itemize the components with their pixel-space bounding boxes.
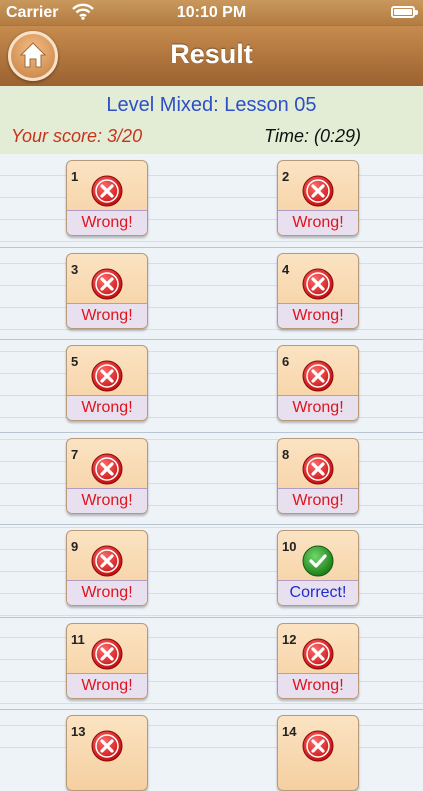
x-circle-icon [302, 638, 334, 670]
row-divider [0, 339, 423, 340]
question-number: 3 [71, 261, 79, 277]
question-number: 1 [71, 169, 79, 184]
question-number: 14 [282, 724, 297, 739]
question-number: 7 [71, 446, 79, 462]
x-circle-icon [302, 360, 334, 392]
lesson-title: Level Mixed: Lesson 05 [106, 94, 317, 116]
result-card-10[interactable]: 10 Correct! [277, 530, 359, 606]
x-circle-icon [91, 175, 123, 207]
card-face: 2 Wrong! [277, 160, 359, 236]
x-circle-icon [91, 638, 123, 670]
question-number: 11 [71, 631, 85, 647]
row-divider [0, 709, 423, 710]
status-bar: Carrier 10:10 PM [0, 0, 423, 26]
result-card-7[interactable]: 7 Wrong! [66, 437, 148, 514]
row-divider [0, 616, 423, 618]
result-card-12[interactable]: 12 Wrong! [277, 622, 359, 699]
result-card-14[interactable]: 14 [277, 715, 359, 791]
row-divider [0, 524, 423, 525]
summary-panel: Level Mixed: Lesson 05 Your score: 3/20 … [0, 86, 423, 154]
result-label: Wrong! [67, 395, 147, 420]
question-number: 10 [282, 539, 297, 554]
battery-icon [391, 6, 418, 18]
row-divider [0, 431, 423, 433]
result-card-5[interactable]: 5 Wrong! [66, 345, 148, 421]
result-card-11[interactable]: 11 Wrong! [66, 622, 148, 699]
result-label: Wrong! [67, 302, 147, 328]
card-face: 3 Wrong! [66, 252, 148, 329]
result-label: Wrong! [67, 580, 147, 605]
status-time: 10:10 PM [176, 4, 247, 21]
x-circle-icon [91, 730, 123, 762]
result-card-1[interactable]: 1 Wrong! [66, 160, 148, 236]
question-number: 13 [71, 724, 86, 739]
x-circle-icon [91, 360, 123, 392]
result-card-6[interactable]: 6 Wrong! [277, 345, 359, 421]
card-face: 13 [66, 715, 148, 791]
row-divider [0, 246, 423, 248]
x-circle-icon [91, 545, 123, 577]
question-number: 4 [282, 261, 290, 277]
question-number: 8 [282, 446, 290, 462]
result-label: Wrong! [278, 672, 358, 698]
x-circle-icon [91, 453, 123, 485]
card-face: 4 Wrong! [277, 252, 359, 329]
time-text: Time: (0:29) [264, 126, 361, 146]
check-circle-icon [302, 545, 334, 577]
result-label: Wrong! [278, 210, 358, 235]
card-face: 14 [277, 715, 359, 791]
result-card-8[interactable]: 8 Wrong! [277, 437, 359, 514]
card-face: 12 Wrong! [277, 622, 359, 699]
nav-bar: Result [0, 26, 423, 86]
result-label: Correct! [278, 580, 358, 605]
question-number: 12 [282, 631, 297, 647]
card-face: 5 Wrong! [66, 345, 148, 421]
result-label: Wrong! [278, 487, 358, 513]
card-face: 1 Wrong! [66, 160, 148, 236]
result-card-9[interactable]: 9 Wrong! [66, 530, 148, 606]
card-face: 10 Correct! [277, 530, 359, 606]
result-card-4[interactable]: 4 Wrong! [277, 252, 359, 329]
card-face: 9 Wrong! [66, 530, 148, 606]
result-label: Wrong! [278, 302, 358, 328]
card-face: 6 Wrong! [277, 345, 359, 421]
result-label: Wrong! [278, 395, 358, 420]
result-card-13[interactable]: 13 [66, 715, 148, 791]
question-number: 9 [71, 539, 79, 554]
card-face: 8 Wrong! [277, 437, 359, 514]
card-face: 7 Wrong! [66, 437, 148, 514]
result-label: Wrong! [67, 210, 147, 235]
x-circle-icon [302, 453, 334, 485]
question-number: 5 [71, 354, 79, 369]
x-circle-icon [302, 730, 334, 762]
result-label: Wrong! [67, 672, 147, 698]
question-number: 2 [282, 169, 290, 184]
score-text: Your score: 3/20 [11, 126, 143, 146]
results-list: 1 Wrong! 2 Wrong! 3 Wrong! 4 Wrong! 5 Wrong! 6 Wron… [0, 154, 423, 791]
question-number: 6 [282, 354, 290, 369]
x-circle-icon [302, 175, 334, 207]
x-circle-icon [302, 268, 334, 300]
page-title: Result [170, 39, 253, 69]
result-card-3[interactable]: 3 Wrong! [66, 252, 148, 329]
x-circle-icon [91, 268, 123, 300]
result-label: Wrong! [67, 487, 147, 513]
result-card-2[interactable]: 2 Wrong! [277, 160, 359, 236]
card-face: 11 Wrong! [66, 622, 148, 699]
